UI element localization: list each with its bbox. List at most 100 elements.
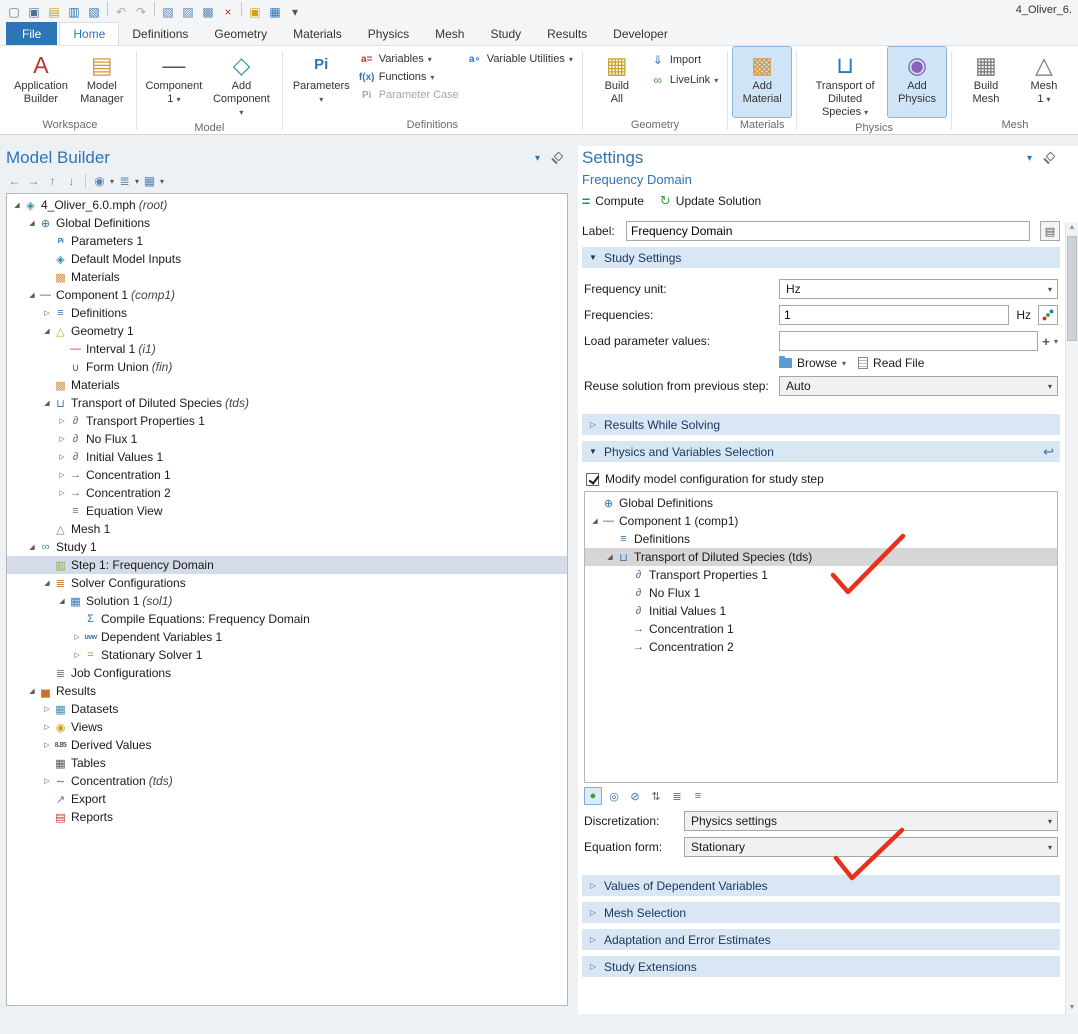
tree-item[interactable]: ▤Reports <box>7 808 567 826</box>
range-button[interactable] <box>1038 305 1058 325</box>
tree-item[interactable]: ◈Default Model Inputs <box>7 250 567 268</box>
collapse-arrow-icon[interactable]: ◢ <box>41 399 53 407</box>
frequencies-input[interactable] <box>779 305 1009 325</box>
tree-item[interactable]: ▩Materials <box>7 268 567 286</box>
tree-item[interactable]: PiParameters 1 <box>7 232 567 250</box>
save-as-icon[interactable]: ▧ <box>84 3 104 21</box>
new-file-icon[interactable]: ▢ <box>4 3 24 21</box>
window-layout-icon[interactable]: ▦ <box>265 3 285 21</box>
tree-item[interactable]: ▷◉Views <box>7 718 567 736</box>
expand-arrow-icon[interactable]: ▷ <box>41 705 53 713</box>
disable-icon[interactable]: ⊘ <box>626 787 644 805</box>
import-button[interactable]: ⇓Import <box>646 52 722 68</box>
tab-mesh[interactable]: Mesh <box>422 22 477 45</box>
parameters-button[interactable]: PiParameters ▾ <box>288 47 355 117</box>
pin-icon[interactable] <box>1042 152 1054 165</box>
section-study-extensions[interactable]: ▷Study Extensions <box>582 956 1060 977</box>
tree-item[interactable]: ▷→Concentration 1 <box>7 466 567 484</box>
tree-item[interactable]: ◢⊕Global Definitions <box>7 214 567 232</box>
scroll-up-icon[interactable]: ▲ <box>1066 222 1078 234</box>
tab-developer[interactable]: Developer <box>600 22 681 45</box>
expand-arrow-icon[interactable]: ▷ <box>41 741 53 749</box>
add-component-button[interactable]: ◇AddComponent ▾ <box>206 47 277 121</box>
equation-form-select[interactable]: Stationary ▾ <box>684 837 1058 857</box>
tree-item[interactable]: ▥Step 1: Frequency Domain <box>7 556 567 574</box>
tree-item[interactable]: ◢⊔Transport of Diluted Species (tds) <box>585 548 1057 566</box>
browse-button[interactable]: Browse ▾ <box>779 356 846 370</box>
panel-menu-icon[interactable]: ▾ <box>535 153 540 164</box>
functions-button[interactable]: f(x)Functions▾ <box>355 70 463 84</box>
tree-item[interactable]: ▷8.85Derived Values <box>7 736 567 754</box>
nav-back-icon[interactable]: ← <box>6 173 23 190</box>
tree-item[interactable]: ▷=Stationary Solver 1 <box>7 646 567 664</box>
duplicate-icon[interactable]: ▩ <box>198 3 218 21</box>
move-up-icon[interactable]: ↑ <box>44 173 61 190</box>
reset-inherit-icon[interactable]: ↩ <box>1043 444 1054 460</box>
tree-item[interactable]: ▦Tables <box>7 754 567 772</box>
undo-icon[interactable]: ↶ <box>111 3 131 21</box>
expand-arrow-icon[interactable]: ▷ <box>71 651 83 659</box>
tree-item[interactable]: ◢—Component 1(comp1) <box>7 286 567 304</box>
panel-menu-icon[interactable]: ▾ <box>1027 153 1032 164</box>
tree-item[interactable]: ▷∂No Flux 1 <box>7 430 567 448</box>
label-input[interactable] <box>626 221 1030 241</box>
tree-item[interactable]: ∂No Flux 1 <box>585 584 1057 602</box>
delete-icon[interactable]: × <box>218 3 238 21</box>
tree-item[interactable]: ΣCompile Equations: Frequency Domain <box>7 610 567 628</box>
deactivate-icon[interactable]: ◎ <box>605 787 623 805</box>
show-options-icon[interactable]: ◉ <box>91 173 108 190</box>
tree-item[interactable]: ▷≡Definitions <box>7 304 567 322</box>
load-parameter-input[interactable] <box>779 331 1038 351</box>
expand-arrow-icon[interactable]: ▷ <box>41 777 53 785</box>
sort-icon[interactable]: ⇅ <box>647 787 665 805</box>
activate-icon[interactable]: ● <box>584 787 602 805</box>
collapse-all-icon[interactable]: ≡ <box>689 787 707 805</box>
reset-desktop-icon[interactable]: ▣ <box>245 3 265 21</box>
new-window-icon[interactable]: ▣ <box>24 3 44 21</box>
tab-results[interactable]: Results <box>534 22 600 45</box>
frequency-unit-select[interactable]: Hz ▾ <box>779 279 1058 299</box>
modify-config-row[interactable]: Modify model configuration for study ste… <box>586 472 1056 486</box>
tree-item[interactable]: ◢◈4_Oliver_6.0.mph(root) <box>7 196 567 214</box>
component-1-button[interactable]: —Component1 ▾ <box>142 47 206 117</box>
tree-item[interactable]: ▩Materials <box>7 376 567 394</box>
tree-item[interactable]: →Concentration 1 <box>585 620 1057 638</box>
expand-arrow-icon[interactable]: ▷ <box>41 309 53 317</box>
discretization-select[interactable]: Physics settings ▾ <box>684 811 1058 831</box>
expand-all-icon[interactable]: ≣ <box>668 787 686 805</box>
scrollbar-thumb[interactable] <box>1067 236 1077 341</box>
paste-icon[interactable]: ▨ <box>178 3 198 21</box>
tree-item[interactable]: ◢∞Study 1 <box>7 538 567 556</box>
nav-forward-icon[interactable]: → <box>25 173 42 190</box>
expand-arrow-icon[interactable]: ▷ <box>56 435 68 443</box>
tree-item[interactable]: ↗Export <box>7 790 567 808</box>
section-adaptation-and-error-estimates[interactable]: ▷Adaptation and Error Estimates <box>582 929 1060 950</box>
section-mesh-selection[interactable]: ▷Mesh Selection <box>582 902 1060 923</box>
collapse-arrow-icon[interactable]: ◢ <box>26 543 38 551</box>
tab-physics[interactable]: Physics <box>355 22 422 45</box>
add-material-button[interactable]: ▩AddMaterial <box>733 47 791 117</box>
parameter-case-button[interactable]: PiParameter Case <box>355 88 463 102</box>
expand-arrow-icon[interactable]: ▷ <box>56 471 68 479</box>
livelink-button[interactable]: ∞LiveLink▾ <box>646 72 722 88</box>
tree-item[interactable]: ⊕Global Definitions <box>585 494 1057 512</box>
tree-item[interactable]: ◢▅Results <box>7 682 567 700</box>
add-parameter-file-button[interactable]: + <box>1038 334 1054 349</box>
collapse-arrow-icon[interactable]: ◢ <box>41 327 53 335</box>
label-options-button[interactable]: ▤ <box>1040 221 1060 241</box>
collapse-arrow-icon[interactable]: ◢ <box>26 219 38 227</box>
tab-home[interactable]: Home <box>59 22 119 45</box>
tree-item[interactable]: ≣Job Configurations <box>7 664 567 682</box>
tree-item[interactable]: →Concentration 2 <box>585 638 1057 656</box>
tree-item[interactable]: ◢≣Solver Configurations <box>7 574 567 592</box>
collapse-arrow-icon[interactable]: ◢ <box>56 597 68 605</box>
tab-definitions[interactable]: Definitions <box>119 22 201 45</box>
toolbar-options-icon[interactable]: ▾ <box>285 3 305 21</box>
collapse-arrow-icon[interactable]: ◢ <box>589 517 601 525</box>
section-values-of-dependent-variables[interactable]: ▷Values of Dependent Variables <box>582 875 1060 896</box>
tree-item[interactable]: ∂Initial Values 1 <box>585 602 1057 620</box>
save-icon[interactable]: ▥ <box>64 3 84 21</box>
tree-item[interactable]: ▷∂Transport Properties 1 <box>7 412 567 430</box>
tree-item[interactable]: ∪Form Union(fin) <box>7 358 567 376</box>
expand-arrow-icon[interactable]: ▷ <box>56 489 68 497</box>
